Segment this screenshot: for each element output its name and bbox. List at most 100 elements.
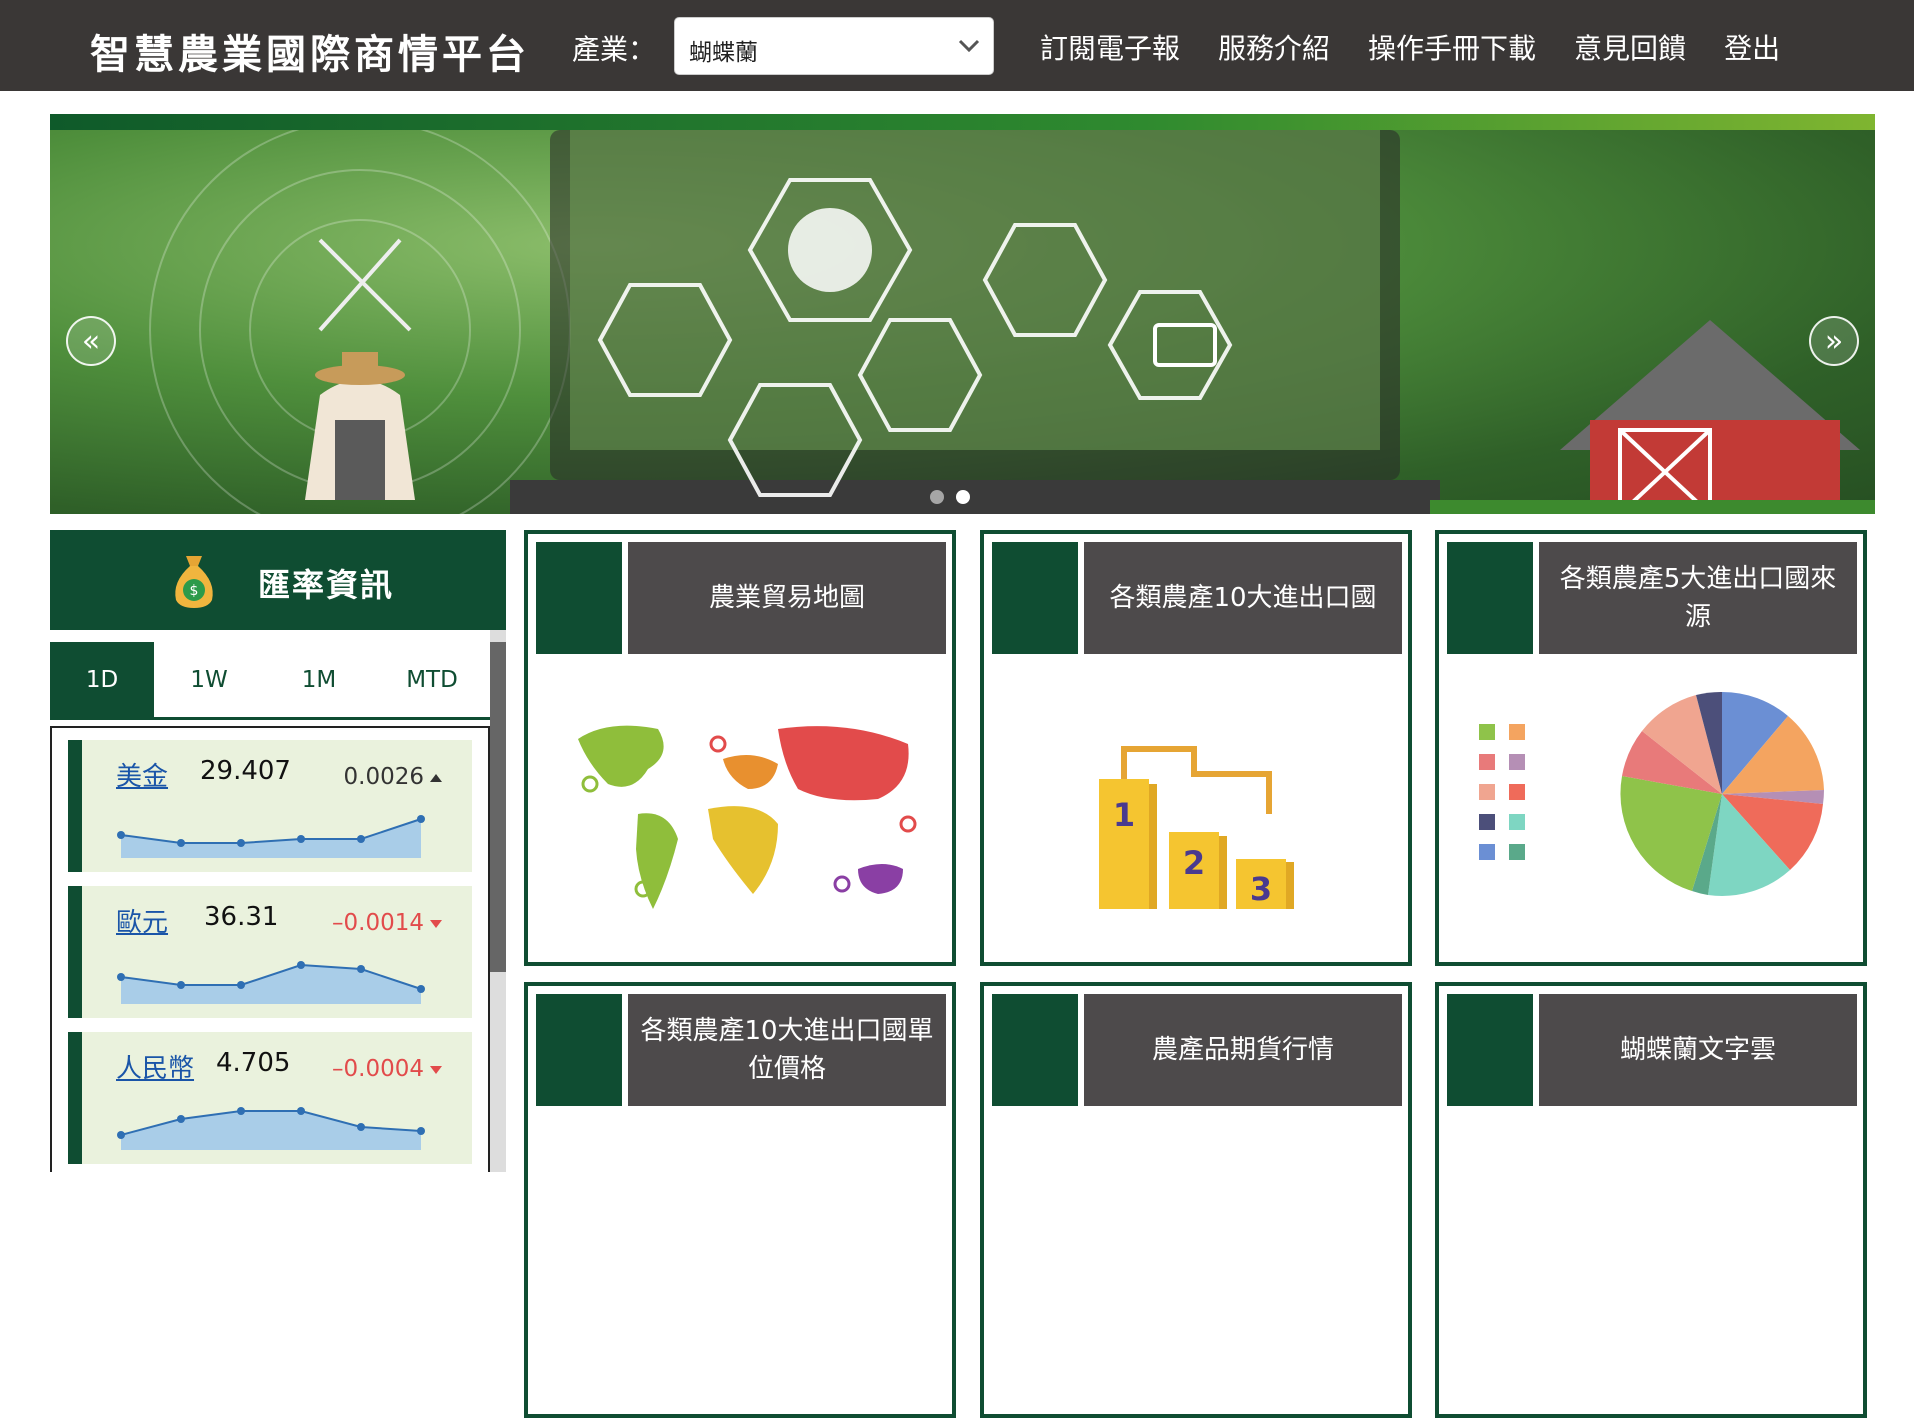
card-title: 各類農產5大進出口國來源: [1539, 542, 1857, 654]
card-title: 蝴蝶蘭文字雲: [1539, 994, 1857, 1106]
currency-link-eur[interactable]: 歐元: [116, 902, 168, 939]
sparkline-area: [121, 1111, 421, 1150]
pie-chart-icon: [1479, 691, 1824, 896]
sparkline-point: [417, 815, 425, 823]
card-title: 各類農產10大進出口國: [1084, 542, 1402, 654]
tab-1m[interactable]: 1M: [264, 642, 374, 717]
sparkline-usd: [117, 815, 425, 858]
chevron-down-icon: [958, 39, 980, 53]
arrow-up-icon: [430, 774, 442, 782]
fx-row-accent: [68, 740, 82, 872]
industry-label: 產業：: [572, 33, 657, 66]
carousel-dot[interactable]: [930, 490, 944, 504]
currency-link-usd[interactable]: 美金: [116, 756, 168, 793]
sparkline-point: [177, 839, 185, 847]
carousel-next-button[interactable]: »: [1809, 316, 1859, 366]
tab-1d[interactable]: 1D: [50, 642, 154, 717]
fx-row-usd: 美金 29.407 0.0026: [68, 740, 472, 872]
smart-farming-illustration: [149, 119, 1875, 514]
card-accent: [1447, 994, 1533, 1106]
arrow-down-icon: [430, 1066, 442, 1074]
fx-row-cny: 人民幣 4.705 –0.0004: [68, 1032, 472, 1164]
sparkline-point: [297, 1107, 305, 1115]
sparkline-cny: [117, 1107, 425, 1150]
arrow-down-icon: [430, 920, 442, 928]
nav-link-manual[interactable]: 操作手冊下載: [1368, 27, 1536, 67]
rate-value-eur: 36.31: [204, 902, 279, 932]
fx-rate-list: 美金 29.407 0.0026 歐元 36.31 –0.0014 人民幣 4.…: [50, 726, 490, 1172]
sparkline-point: [297, 961, 305, 969]
card-accent: [536, 994, 622, 1106]
sparkline-eur: [117, 961, 425, 1004]
card-title: 各類農產10大進出口國單位價格: [628, 994, 946, 1106]
card-accent: [992, 994, 1078, 1106]
sparkline-point: [417, 985, 425, 993]
card-title: 農產品期貨行情: [1084, 994, 1402, 1106]
sparkline-point: [357, 965, 365, 973]
nav-link-subscribe[interactable]: 訂閱電子報: [1040, 27, 1180, 67]
rate-change-usd: 0.0026: [343, 764, 424, 790]
carousel-indicators: [930, 490, 970, 504]
card-trade-map[interactable]: 農業貿易地圖: [524, 530, 956, 966]
carousel-top-bar: [50, 114, 1875, 130]
world-map-icon: [578, 725, 917, 909]
exchange-rate-header: $ 匯率資訊: [50, 530, 506, 630]
carousel-prev-button[interactable]: «: [66, 316, 116, 366]
fx-row-eur: 歐元 36.31 –0.0014: [68, 886, 472, 1018]
fx-scrollbar[interactable]: [490, 630, 506, 1172]
sparkline-area: [121, 819, 421, 858]
nav-link-services[interactable]: 服務介紹: [1218, 27, 1330, 67]
sparkline-point: [117, 831, 125, 839]
sparkline-point: [357, 1123, 365, 1131]
sparkline-point: [117, 973, 125, 981]
card-top5-sources[interactable]: 各類農產5大進出口國來源: [1435, 530, 1867, 966]
svg-text:$: $: [190, 583, 199, 599]
podium-label-first: 1: [1113, 796, 1135, 834]
hero-carousel: « »: [50, 114, 1875, 514]
fx-row-accent: [68, 886, 82, 1018]
sparkline-point: [237, 981, 245, 989]
card-accent: [992, 542, 1078, 654]
exchange-rate-panel: $ 匯率資訊 1D 1W 1M MTD 美金 29.407 0.0026 歐元 …: [50, 530, 506, 1172]
rate-value-cny: 4.705: [216, 1048, 291, 1078]
fx-scrollbar-thumb[interactable]: [490, 642, 506, 972]
card-accent: [536, 542, 622, 654]
currency-link-cny[interactable]: 人民幣: [116, 1048, 194, 1085]
industry-select[interactable]: 蝴蝶蘭: [674, 17, 994, 75]
card-futures[interactable]: 農產品期貨行情: [980, 982, 1412, 1418]
money-bag-icon: $: [175, 556, 213, 608]
tab-mtd[interactable]: MTD: [374, 642, 490, 717]
card-title: 農業貿易地圖: [628, 542, 946, 654]
podium-icon: 1 2 3: [1099, 746, 1294, 909]
sparkline-point: [417, 1127, 425, 1135]
sparkline-point: [177, 981, 185, 989]
fx-period-tabs: 1D 1W 1M MTD: [50, 642, 490, 720]
card-top10-countries[interactable]: 各類農產10大進出口國 1 2 3: [980, 530, 1412, 966]
fx-row-accent: [68, 1032, 82, 1164]
card-unit-price[interactable]: 各類農產10大進出口國單位價格: [524, 982, 956, 1418]
card-word-cloud[interactable]: 蝴蝶蘭文字雲: [1435, 982, 1867, 1418]
exchange-rate-title: 匯率資訊: [258, 566, 395, 604]
sparkline-point: [177, 1115, 185, 1123]
sparkline-point: [117, 1131, 125, 1139]
sparkline-point: [237, 1107, 245, 1115]
industry-select-value: 蝴蝶蘭: [689, 40, 758, 66]
nav-links: 訂閱電子報 服務介紹 操作手冊下載 意見回饋 登出: [1040, 27, 1818, 67]
top-navbar: 智慧農業國際商情平台 產業： 蝴蝶蘭 訂閱電子報 服務介紹 操作手冊下載 意見回…: [0, 0, 1914, 91]
rate-change-cny: –0.0004: [332, 1056, 424, 1082]
tab-1w[interactable]: 1W: [154, 642, 264, 717]
carousel-image: [50, 119, 1875, 514]
sparkline-point: [297, 835, 305, 843]
rate-value-usd: 29.407: [200, 756, 291, 786]
rate-change-eur: –0.0014: [332, 910, 424, 936]
sparkline-area: [121, 965, 421, 1004]
site-title[interactable]: 智慧農業國際商情平台: [90, 22, 530, 80]
carousel-dot-active[interactable]: [956, 490, 970, 504]
podium-label-third: 3: [1250, 870, 1272, 908]
sparkline-point: [237, 839, 245, 847]
podium-label-second: 2: [1183, 844, 1205, 882]
sparkline-point: [357, 835, 365, 843]
nav-link-logout[interactable]: 登出: [1724, 27, 1780, 67]
nav-link-feedback[interactable]: 意見回饋: [1574, 27, 1686, 67]
card-accent: [1447, 542, 1533, 654]
